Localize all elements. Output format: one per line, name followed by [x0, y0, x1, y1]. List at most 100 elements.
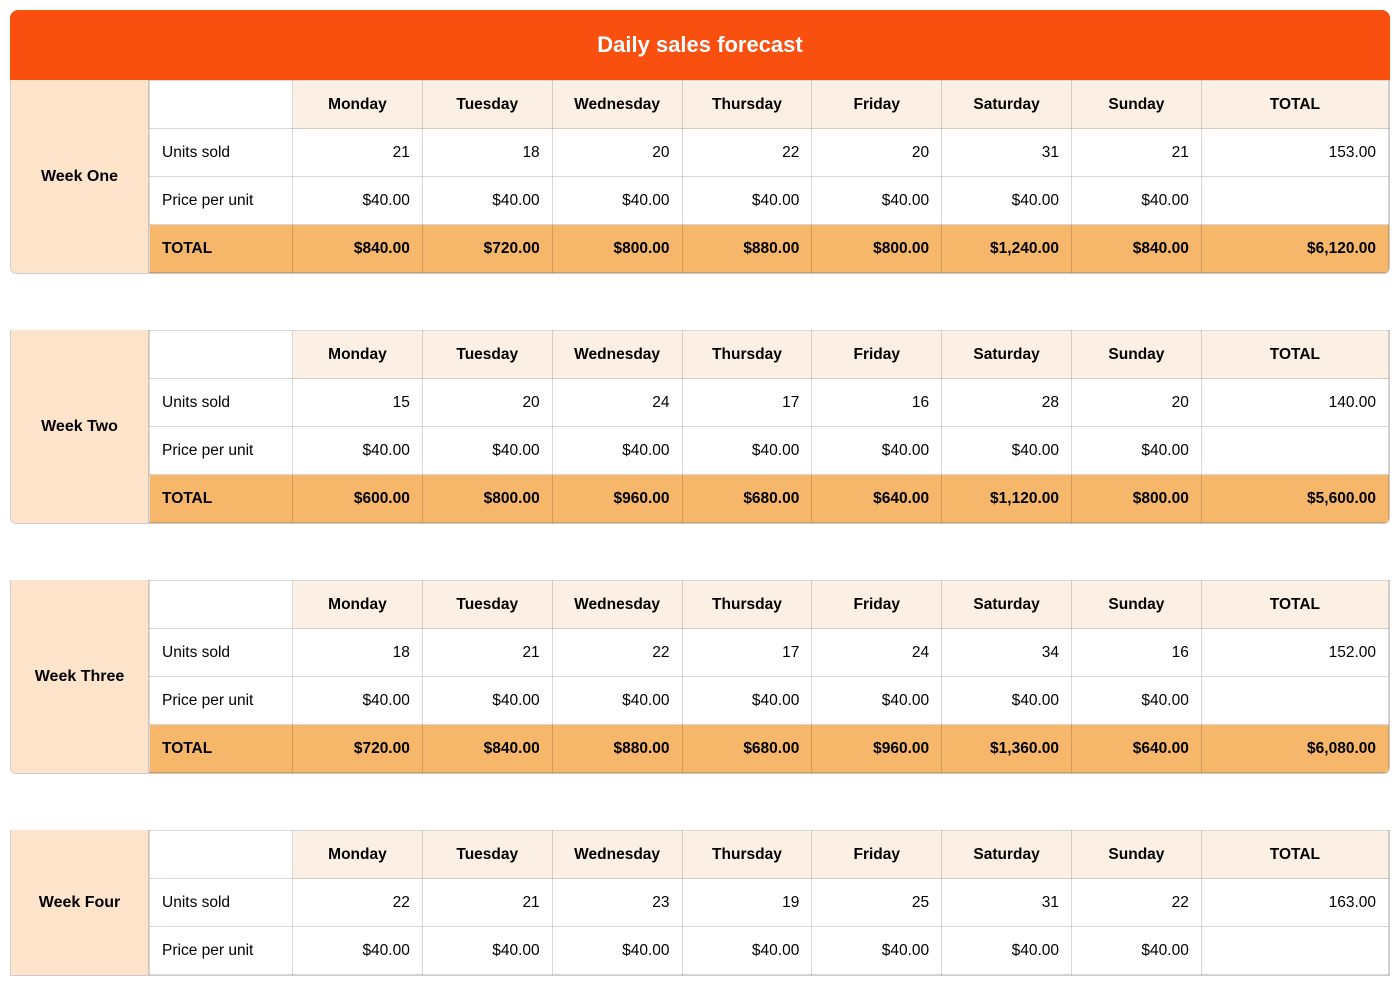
- cell-value: $40.00: [552, 177, 682, 225]
- cell-value: $1,240.00: [942, 225, 1072, 273]
- row-label: Price per unit: [150, 677, 293, 725]
- day-header: Saturday: [942, 331, 1072, 379]
- day-header: Saturday: [942, 81, 1072, 129]
- day-header: Tuesday: [422, 831, 552, 879]
- cell-value: $680.00: [682, 475, 812, 523]
- cell-value: $40.00: [942, 927, 1072, 975]
- day-header: Tuesday: [422, 81, 552, 129]
- cell-value: $40.00: [812, 427, 942, 475]
- row-total: 153.00: [1201, 129, 1388, 177]
- cell-value: $640.00: [812, 475, 942, 523]
- data-row: Price per unit$40.00$40.00$40.00$40.00$4…: [150, 177, 1389, 225]
- cell-value: 15: [293, 379, 423, 427]
- cell-value: $40.00: [422, 427, 552, 475]
- header-blank: [150, 81, 293, 129]
- day-header: Monday: [293, 831, 423, 879]
- cell-value: $40.00: [1072, 177, 1202, 225]
- cell-value: 18: [422, 129, 552, 177]
- day-header: Friday: [812, 81, 942, 129]
- day-header: Friday: [812, 831, 942, 879]
- cell-value: 20: [1072, 379, 1202, 427]
- cell-value: $40.00: [1072, 927, 1202, 975]
- cell-value: $40.00: [293, 927, 423, 975]
- total-row: TOTAL$720.00$840.00$880.00$680.00$960.00…: [150, 725, 1389, 773]
- weeks-container: Week OneMondayTuesdayWednesdayThursdayFr…: [10, 80, 1390, 976]
- day-header: Thursday: [682, 331, 812, 379]
- cell-value: $40.00: [942, 427, 1072, 475]
- cell-value: 25: [812, 879, 942, 927]
- week-table: MondayTuesdayWednesdayThursdayFridaySatu…: [149, 80, 1389, 273]
- cell-value: 17: [682, 379, 812, 427]
- cell-value: 18: [293, 629, 423, 677]
- cell-value: $40.00: [682, 927, 812, 975]
- cell-value: $720.00: [422, 225, 552, 273]
- cell-value: 24: [552, 379, 682, 427]
- cell-value: $40.00: [682, 427, 812, 475]
- cell-value: $40.00: [682, 677, 812, 725]
- total-header: TOTAL: [1201, 81, 1388, 129]
- cell-value: $1,120.00: [942, 475, 1072, 523]
- header-blank: [150, 831, 293, 879]
- week-block: Week TwoMondayTuesdayWednesdayThursdayFr…: [10, 330, 1390, 524]
- cell-value: 22: [552, 629, 682, 677]
- week-label: Week One: [11, 80, 149, 273]
- data-row: Units sold21182022203121153.00: [150, 129, 1389, 177]
- day-header: Thursday: [682, 81, 812, 129]
- cell-value: 16: [812, 379, 942, 427]
- row-total: [1201, 427, 1388, 475]
- day-header: Saturday: [942, 831, 1072, 879]
- cell-value: $40.00: [552, 427, 682, 475]
- row-label: TOTAL: [150, 725, 293, 773]
- cell-value: 22: [1072, 879, 1202, 927]
- data-row: Units sold18212217243416152.00: [150, 629, 1389, 677]
- row-label: Price per unit: [150, 177, 293, 225]
- cell-value: 21: [422, 629, 552, 677]
- row-total: 140.00: [1201, 379, 1388, 427]
- day-header: Friday: [812, 581, 942, 629]
- cell-value: $600.00: [293, 475, 423, 523]
- day-header: Wednesday: [552, 581, 682, 629]
- total-header: TOTAL: [1201, 331, 1388, 379]
- cell-value: 22: [293, 879, 423, 927]
- day-header: Sunday: [1072, 331, 1202, 379]
- day-header: Wednesday: [552, 831, 682, 879]
- row-label: Units sold: [150, 379, 293, 427]
- day-header: Monday: [293, 331, 423, 379]
- cell-value: $40.00: [422, 927, 552, 975]
- cell-value: 22: [682, 129, 812, 177]
- row-total: $6,080.00: [1201, 725, 1388, 773]
- cell-value: $40.00: [1072, 677, 1202, 725]
- cell-value: 31: [942, 879, 1072, 927]
- cell-value: 16: [1072, 629, 1202, 677]
- cell-value: $40.00: [1072, 427, 1202, 475]
- total-header: TOTAL: [1201, 831, 1388, 879]
- cell-value: $40.00: [812, 177, 942, 225]
- row-label: TOTAL: [150, 475, 293, 523]
- total-row: TOTAL$840.00$720.00$800.00$880.00$800.00…: [150, 225, 1389, 273]
- day-header: Tuesday: [422, 331, 552, 379]
- total-row: TOTAL$600.00$800.00$960.00$680.00$640.00…: [150, 475, 1389, 523]
- cell-value: $40.00: [293, 177, 423, 225]
- row-total: [1201, 177, 1388, 225]
- cell-value: 28: [942, 379, 1072, 427]
- cell-value: $800.00: [422, 475, 552, 523]
- week-table: MondayTuesdayWednesdayThursdayFridaySatu…: [149, 580, 1389, 773]
- cell-value: $800.00: [812, 225, 942, 273]
- cell-value: $880.00: [682, 225, 812, 273]
- data-row: Units sold22212319253122163.00: [150, 879, 1389, 927]
- cell-value: $800.00: [552, 225, 682, 273]
- data-row: Units sold15202417162820140.00: [150, 379, 1389, 427]
- data-row: Price per unit$40.00$40.00$40.00$40.00$4…: [150, 427, 1389, 475]
- cell-value: $880.00: [552, 725, 682, 773]
- day-header: Sunday: [1072, 581, 1202, 629]
- cell-value: $40.00: [812, 927, 942, 975]
- cell-value: $1,360.00: [942, 725, 1072, 773]
- cell-value: 34: [942, 629, 1072, 677]
- cell-value: $40.00: [422, 177, 552, 225]
- day-header: Monday: [293, 581, 423, 629]
- row-total: $5,600.00: [1201, 475, 1388, 523]
- day-header: Wednesday: [552, 81, 682, 129]
- header-blank: [150, 331, 293, 379]
- header-blank: [150, 581, 293, 629]
- cell-value: 17: [682, 629, 812, 677]
